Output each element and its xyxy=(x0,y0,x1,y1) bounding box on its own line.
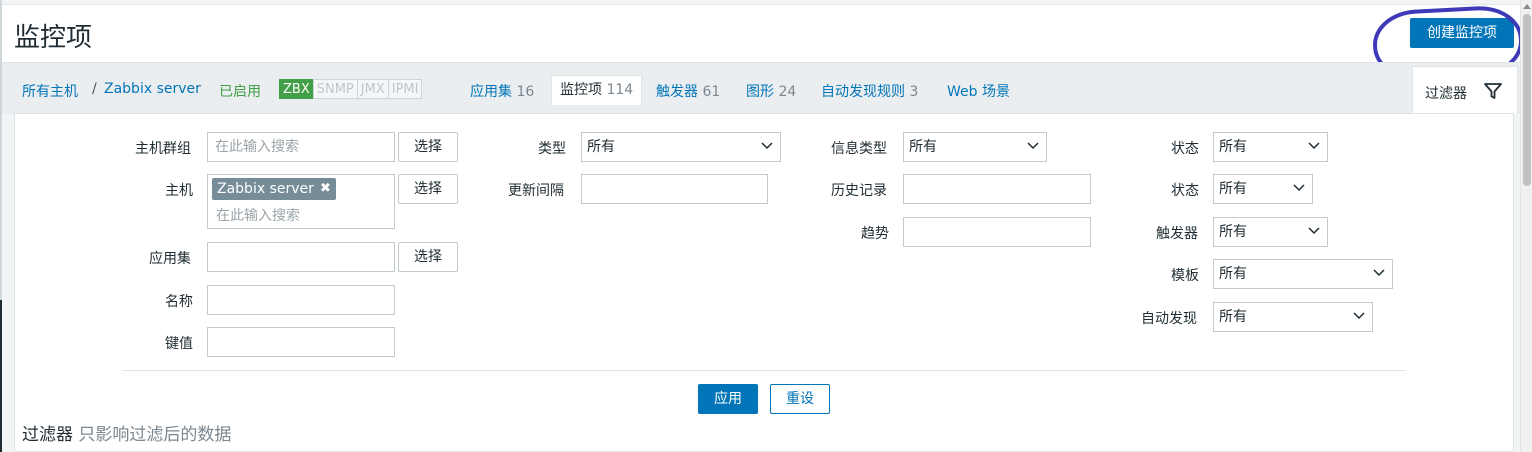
filter-note-subtitle: 只影响过滤后的数据 xyxy=(78,425,232,445)
breadcrumb-host[interactable]: Zabbix server xyxy=(104,81,201,97)
trends-input[interactable] xyxy=(903,217,1091,247)
tab-web-scenarios[interactable]: Web 场景 xyxy=(947,81,1010,101)
chevron-down-icon xyxy=(1308,142,1320,150)
breadcrumb-separator: / xyxy=(92,81,97,97)
create-item-button[interactable]: 创建监控项 xyxy=(1410,18,1514,48)
name-label: 名称 xyxy=(165,294,193,310)
status-select[interactable]: 所有 xyxy=(1213,174,1313,204)
trends-label: 趋势 xyxy=(861,226,889,242)
remove-tag-icon[interactable]: ✖ xyxy=(320,178,331,200)
discovery-label: 自动发现 xyxy=(1141,311,1197,327)
filter-note-title: 过滤器 xyxy=(22,425,73,445)
chevron-down-icon xyxy=(1293,184,1305,192)
vertical-scrollbar[interactable] xyxy=(1520,0,1532,452)
jmx-badge: JMX xyxy=(356,79,389,99)
info-type-select[interactable]: 所有 xyxy=(903,132,1047,162)
name-input[interactable] xyxy=(207,285,395,315)
key-label: 键值 xyxy=(165,336,193,352)
template-label: 模板 xyxy=(1171,268,1199,284)
zbx-badge: ZBX xyxy=(279,79,314,99)
host-group-input[interactable]: 在此输入搜索 xyxy=(207,132,395,162)
chevron-down-icon xyxy=(1353,312,1365,320)
triggers-select[interactable]: 所有 xyxy=(1213,217,1328,247)
filter-divider xyxy=(122,370,1406,371)
snmp-badge: SNMP xyxy=(312,79,358,99)
tab-applications[interactable]: 应用集 16 xyxy=(470,81,534,101)
host-group-select-button[interactable]: 选择 xyxy=(398,132,458,162)
host-status-enabled[interactable]: 已启用 xyxy=(219,81,261,101)
window-edge xyxy=(0,300,2,452)
breadcrumb-all-hosts[interactable]: 所有主机 xyxy=(22,81,78,101)
tab-items[interactable]: 监控项 114 xyxy=(551,75,643,105)
chevron-down-icon xyxy=(761,142,773,150)
key-input[interactable] xyxy=(207,327,395,357)
application-label: 应用集 xyxy=(149,251,191,267)
info-type-label: 信息类型 xyxy=(831,141,887,157)
apply-button[interactable]: 应用 xyxy=(698,384,758,414)
state-label: 状态 xyxy=(1171,141,1199,157)
host-label: 主机 xyxy=(165,183,193,199)
template-select[interactable]: 所有 xyxy=(1213,259,1393,289)
state-select[interactable]: 所有 xyxy=(1213,132,1328,162)
history-label: 历史记录 xyxy=(831,183,887,199)
type-label: 类型 xyxy=(538,141,566,157)
chevron-down-icon xyxy=(1373,269,1385,277)
host-search-placeholder: 在此输入搜索 xyxy=(216,208,300,224)
funnel-icon xyxy=(1484,83,1502,99)
page-title: 监控项 xyxy=(14,23,93,53)
discovery-select[interactable]: 所有 xyxy=(1213,302,1373,332)
status-label: 状态 xyxy=(1171,183,1199,199)
host-group-label: 主机群组 xyxy=(135,141,191,157)
history-input[interactable] xyxy=(903,174,1091,204)
tab-discovery-rules[interactable]: 自动发现规则 3 xyxy=(821,81,918,101)
host-tag: Zabbix server ✖ xyxy=(212,178,336,200)
chevron-down-icon xyxy=(1308,227,1320,235)
tab-graphs[interactable]: 图形 24 xyxy=(746,81,796,101)
availability-badges: ZBX SNMP JMX IPMI xyxy=(279,79,423,99)
ipmi-badge: IPMI xyxy=(387,79,423,99)
update-interval-input[interactable] xyxy=(581,174,768,204)
type-select[interactable]: 所有 xyxy=(581,132,781,162)
host-navigation-bar: 所有主机 / Zabbix server 已启用 ZBX SNMP JMX IP… xyxy=(2,62,1520,114)
update-interval-label: 更新间隔 xyxy=(508,183,564,199)
tab-triggers[interactable]: 触发器 61 xyxy=(656,81,720,101)
application-select-button[interactable]: 选择 xyxy=(398,242,458,272)
scroll-up-icon[interactable] xyxy=(1523,3,1531,9)
scrollbar-thumb[interactable] xyxy=(1523,14,1531,186)
filter-note: 过滤器 只影响过滤后的数据 xyxy=(22,420,231,445)
chevron-down-icon xyxy=(1027,142,1039,150)
host-multiselect[interactable]: Zabbix server ✖ 在此输入搜索 xyxy=(207,174,395,229)
filter-toggle-tab[interactable]: 过滤器 xyxy=(1412,66,1518,114)
filter-tab-label: 过滤器 xyxy=(1425,86,1467,102)
page-header: 监控项 创建监控项 xyxy=(2,4,1520,62)
triggers-label: 触发器 xyxy=(1156,226,1198,242)
reset-button[interactable]: 重设 xyxy=(770,384,830,414)
host-select-button[interactable]: 选择 xyxy=(398,174,458,204)
application-input[interactable] xyxy=(207,242,395,272)
